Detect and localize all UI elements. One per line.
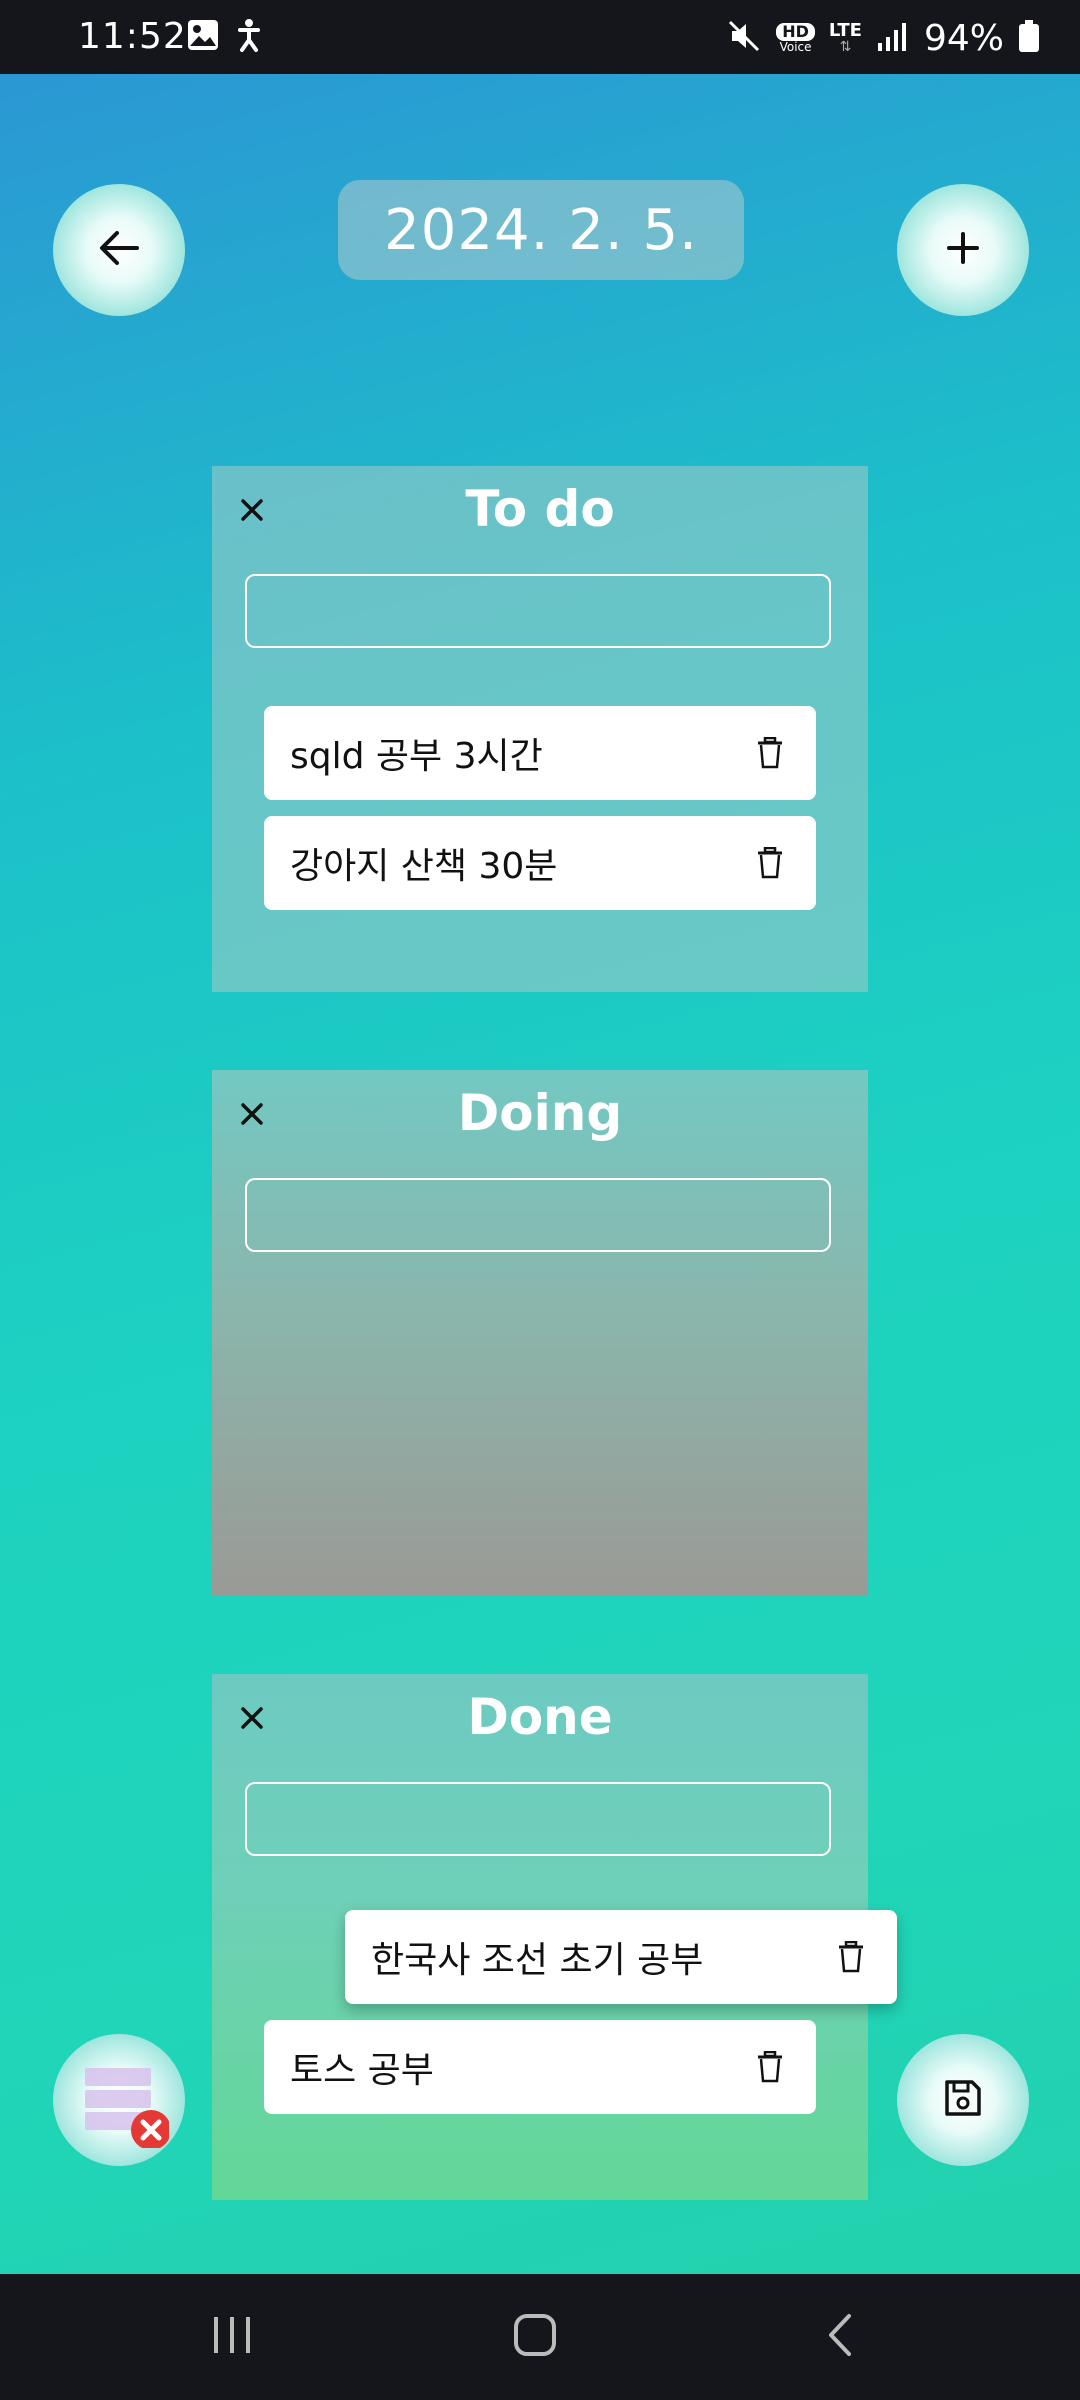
lte-icon: LTE ⇅	[828, 20, 862, 55]
task-text: sqld 공부 3시간	[290, 736, 543, 777]
trash-icon[interactable]	[750, 843, 790, 883]
clear-board-icon	[69, 2048, 171, 2152]
arrow-left-icon	[97, 228, 141, 272]
todo-title: To do	[465, 480, 615, 538]
todo-task-item[interactable]: sqld 공부 3시간	[264, 706, 816, 800]
system-nav-bar	[0, 2274, 1080, 2400]
app-screen: 2024. 2. 5. To do sqld 공부 3시간 강아지 산책 30분	[0, 74, 1080, 2274]
home-icon	[512, 2312, 558, 2362]
home-button[interactable]	[495, 2302, 575, 2372]
doing-title: Doing	[457, 1084, 623, 1142]
battery-percent: 94%	[923, 17, 1004, 59]
doing-panel: Doing	[212, 1070, 868, 1596]
save-button[interactable]	[897, 2034, 1029, 2166]
todo-panel: To do sqld 공부 3시간 강아지 산책 30분	[212, 466, 868, 992]
trash-icon[interactable]	[750, 2047, 790, 2087]
done-title: Done	[467, 1688, 613, 1746]
trash-icon[interactable]	[831, 1937, 871, 1977]
voice-label: Voice	[779, 40, 812, 54]
status-bar: 11:52 HD Voice LTE ⇅ 94%	[0, 0, 1080, 74]
todo-task-item[interactable]: 강아지 산책 30분	[264, 816, 816, 910]
hd-label: HD	[776, 23, 815, 41]
done-input[interactable]	[245, 1782, 831, 1856]
task-text: 토스 공부	[290, 2050, 434, 2091]
add-button[interactable]	[897, 184, 1029, 316]
mute-icon	[726, 18, 762, 58]
trash-icon[interactable]	[750, 733, 790, 773]
battery-icon	[1018, 19, 1040, 57]
lte-arrows: ⇅	[839, 39, 852, 55]
done-task-item[interactable]: 토스 공부	[264, 2020, 816, 2114]
nav-back-button[interactable]	[800, 2302, 880, 2372]
task-text: 강아지 산책 30분	[290, 846, 558, 887]
hd-voice-icon: HD Voice	[776, 23, 815, 53]
todo-input[interactable]	[245, 574, 831, 648]
save-icon	[943, 2078, 983, 2122]
status-right-group: HD Voice LTE ⇅ 94%	[726, 16, 1040, 60]
plus-icon	[946, 231, 980, 269]
dragged-task-item[interactable]: 한국사 조선 초기 공부	[345, 1910, 897, 2004]
doing-input[interactable]	[245, 1178, 831, 1252]
signal-icon	[876, 21, 910, 55]
gallery-icon	[186, 18, 220, 56]
status-time: 11:52	[78, 16, 187, 57]
lte-label: LTE	[828, 20, 862, 41]
back-button[interactable]	[53, 184, 185, 316]
date-label[interactable]: 2024. 2. 5.	[338, 180, 744, 280]
recent-apps-button[interactable]	[192, 2302, 272, 2372]
task-text: 한국사 조선 초기 공부	[371, 1940, 704, 1981]
clear-board-button[interactable]	[53, 2034, 185, 2166]
accessibility-icon	[232, 18, 266, 58]
back-nav-icon	[825, 2312, 855, 2362]
recent-apps-icon	[210, 2314, 254, 2360]
